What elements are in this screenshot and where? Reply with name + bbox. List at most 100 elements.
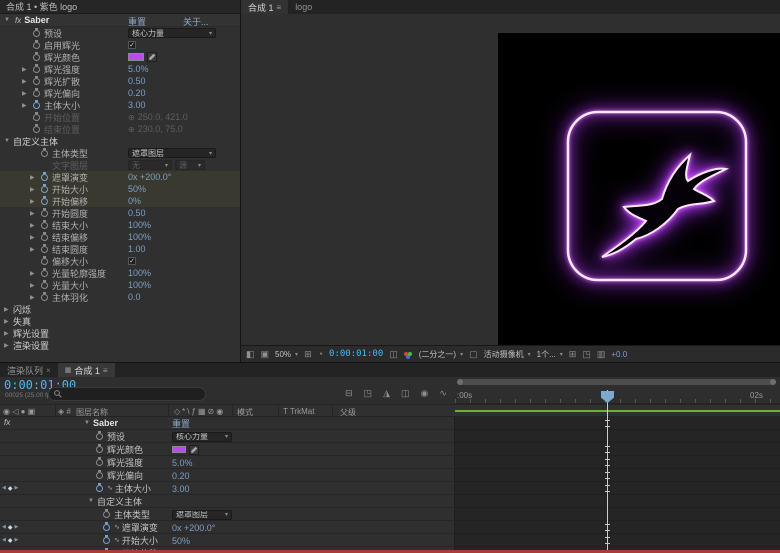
effect-row[interactable]: ▶结束圆度1.00 [0,243,240,255]
param-value[interactable]: 50% [172,536,190,546]
expand-arrow-icon[interactable]: ▼ [4,17,13,23]
camera-select[interactable]: 活动摄像机▾ [484,349,531,360]
playhead-line[interactable] [607,390,608,550]
region-of-interest-icon[interactable]: ▢ [469,349,478,360]
keyframe-next-icon[interactable]: ▶ [14,537,18,543]
exposure-value[interactable]: +0.0 [611,350,627,359]
tab-render-queue[interactable]: 渲染队列 × [0,363,58,377]
keyframe-diamond-icon[interactable]: ◆ [8,524,13,531]
effect-row[interactable]: ▶开始圆度0.50 [0,207,240,219]
stopwatch-icon[interactable] [41,186,48,193]
effect-row[interactable]: ▶辉光扩散0.50 [0,75,240,87]
effect-row[interactable]: 结束位置⊕230.0, 75.0 [0,123,240,135]
param-value[interactable]: 250.0, 421.0 [138,112,188,122]
effect-row[interactable]: ▶主体大小3.00 [0,99,240,111]
timeline-track[interactable] [455,456,780,469]
param-value[interactable]: 5.0% [172,458,193,468]
stopwatch-icon[interactable] [33,42,40,49]
stopwatch-icon[interactable] [96,472,103,479]
param-value[interactable]: 0x +200.0° [172,523,215,533]
view-layout-select[interactable]: 1个...▾ [537,349,563,360]
param-value[interactable]: 100% [128,280,151,290]
timeline-row[interactable]: 辉光颜色 [0,443,780,456]
motion-blur-icon[interactable]: ◉ [421,388,429,399]
color-swatch[interactable] [128,53,144,61]
panel-menu-icon[interactable]: ≡ [103,366,108,375]
stopwatch-icon[interactable] [33,102,40,109]
stopwatch-icon[interactable] [96,446,103,453]
eyedropper-icon[interactable] [147,52,157,62]
expand-arrow-icon[interactable]: ▶ [30,210,39,217]
expand-arrow-icon[interactable]: ▶ [30,294,39,301]
effect-row[interactable]: ▼自定义主体 [0,135,240,147]
timeline-row[interactable]: 预设核心力量▾ [0,430,780,443]
viewer-timecode[interactable]: 0:00:01:00 [329,349,383,359]
composition-mini-flowchart-icon[interactable]: ⊟ [345,388,353,399]
timeline-row[interactable]: 辉光强度5.0% [0,456,780,469]
param-value[interactable]: 0.0 [128,292,141,302]
effect-row[interactable]: 主体类型遮罩图层▾ [0,147,240,159]
draft-3d-icon[interactable]: ◳ [364,388,373,399]
effect-row[interactable]: ▶辉光设置 [0,327,240,339]
effect-row[interactable]: 偏移大小✓ [0,255,240,267]
param-value[interactable]: 100% [128,220,151,230]
expand-arrow-icon[interactable]: ▶ [30,186,39,193]
graph-icon[interactable]: ∿ [114,523,120,531]
stopwatch-icon[interactable] [41,258,48,265]
effect-row[interactable]: 辉光颜色 [0,51,240,63]
param-value[interactable]: 0.20 [128,88,146,98]
expand-arrow-icon[interactable]: ▶ [30,198,39,205]
effect-row[interactable]: ▶结束大小100% [0,219,240,231]
expand-arrow-icon[interactable]: ▼ [88,498,97,504]
effect-row[interactable]: ▶闪烁 [0,303,240,315]
time-navigator-bar[interactable] [457,379,776,385]
color-swatch[interactable] [172,446,186,453]
search-input[interactable] [65,389,200,400]
dropdown[interactable]: 源▾ [175,160,205,170]
timeline-track[interactable] [455,469,780,482]
grid-guides-icon[interactable]: ⊞ [569,349,577,360]
stopwatch-icon[interactable] [33,126,40,133]
timeline-row[interactable]: fx▼Saber重置 [0,417,780,430]
timeline-row[interactable]: ◀◆▶∿开始大小50% [0,534,780,547]
effect-controls-tab[interactable]: 合成 1 • 紫色 logo [0,0,240,14]
timeline-track[interactable] [455,534,780,547]
graph-icon[interactable]: ∿ [114,536,120,544]
reset-link[interactable]: 重置 [172,417,190,430]
column-trkmat[interactable]: T TrkMat [283,407,314,416]
keyframe-prev-icon[interactable]: ◀ [2,524,6,530]
graph-editor-icon[interactable]: ∿ [439,388,447,399]
stopwatch-icon[interactable] [41,234,48,241]
expand-arrow-icon[interactable]: ▶ [4,318,13,325]
stopwatch-icon[interactable] [41,210,48,217]
effect-row[interactable]: ▶开始大小50% [0,183,240,195]
expand-arrow-icon[interactable]: ▼ [4,138,13,144]
param-value[interactable]: 50% [128,184,146,194]
checkbox[interactable]: ✓ [128,257,136,265]
hide-shy-layers-icon[interactable]: ◮ [383,388,390,399]
timeline-track[interactable] [455,495,780,508]
panel-menu-icon[interactable]: ≡ [277,3,282,12]
flowchart-icon[interactable]: ▥ [597,349,606,360]
safe-margins-icon[interactable]: ⊞ [304,349,312,360]
timeline-jump-icon[interactable]: ◳ [582,349,591,360]
timeline-track[interactable] [455,508,780,521]
param-value[interactable]: 0% [128,196,141,206]
keyframe-next-icon[interactable]: ▶ [14,485,18,491]
frame-blending-icon[interactable]: ◫ [401,388,410,399]
param-value[interactable]: 100% [128,268,151,278]
timeline-track[interactable] [455,443,780,456]
keyframe-diamond-icon[interactable]: ◆ [8,485,13,492]
param-value[interactable]: 5.0% [128,64,149,74]
timeline-row[interactable]: 辉光偏向0.20 [0,469,780,482]
timeline-row[interactable]: 主体类型遮罩图层▾ [0,508,780,521]
param-value[interactable]: 0x +200.0° [128,172,171,182]
param-value[interactable]: 1.00 [128,244,146,254]
crosshair-icon[interactable]: ⊕ [128,113,135,122]
effect-row[interactable]: ▶遮罩演变0x +200.0° [0,171,240,183]
expand-arrow-icon[interactable]: ▶ [30,222,39,229]
checkbox[interactable]: ✓ [128,41,136,49]
expand-arrow-icon[interactable]: ▶ [30,282,39,289]
timeline-track[interactable] [455,521,780,534]
dropdown[interactable]: 核心力量▾ [172,432,232,442]
